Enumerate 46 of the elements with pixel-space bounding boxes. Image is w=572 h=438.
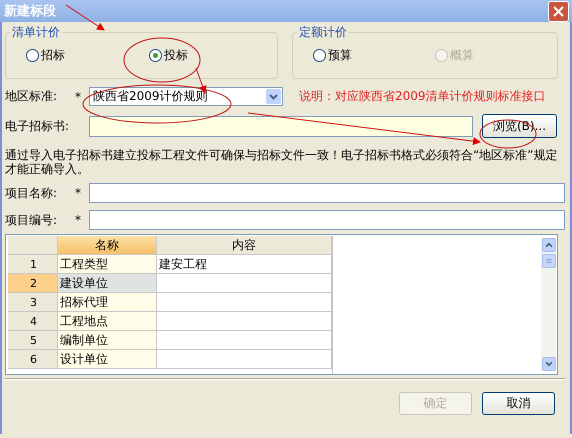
group-title: 定额计价 xyxy=(297,24,349,41)
input-field[interactable] xyxy=(89,116,473,136)
region-dropdown[interactable]: 陕西省2009计价规则 xyxy=(89,87,283,106)
radio-button[interactable] xyxy=(26,49,39,62)
table-cell: 招标代理 xyxy=(58,293,157,312)
table-cell: 设计单位 xyxy=(58,350,157,369)
field-label: 项目名称: xyxy=(5,184,58,202)
group-title: 清单计价 xyxy=(10,24,62,41)
scroll-up-icon[interactable] xyxy=(542,238,556,252)
scroll-thumb-icon[interactable] xyxy=(542,254,556,268)
header-cell xyxy=(8,236,58,255)
hint-text: 通过导入电子招标书建立投标工程文件可确保与招标文件一致！电子招标书格式必须符合“地区标准”规定才能正确导入。 xyxy=(5,148,558,176)
radio-button[interactable] xyxy=(313,49,326,62)
scrollbar[interactable] xyxy=(541,238,556,371)
field-label: 地区标准: xyxy=(5,88,58,105)
row-number[interactable]: 5 xyxy=(8,331,58,350)
window-title: 新建标段 xyxy=(4,2,56,20)
row-number[interactable]: 6 xyxy=(8,350,58,369)
radio-option[interactable]: 预算 xyxy=(313,47,435,64)
close-button[interactable] xyxy=(548,0,569,22)
input-field[interactable] xyxy=(89,183,565,203)
row-number[interactable]: 1 xyxy=(8,255,58,274)
table-cell: 工程地点 xyxy=(58,312,157,331)
required-mark: * xyxy=(75,213,82,227)
field-label: 项目编号: xyxy=(5,212,58,228)
required-mark: * xyxy=(75,186,82,200)
annotation-arrow xyxy=(66,4,105,31)
input-field[interactable] xyxy=(89,210,565,230)
close-icon xyxy=(553,6,564,16)
row-number[interactable]: 3 xyxy=(8,293,58,312)
radio-option[interactable]: 投标 xyxy=(149,47,272,64)
table-cell: 建安工程 xyxy=(157,255,332,274)
radio-button[interactable] xyxy=(149,49,162,62)
column-header[interactable]: 名称 xyxy=(58,236,157,255)
row-number[interactable]: 2 xyxy=(8,274,58,293)
row-number[interactable]: 4 xyxy=(8,312,58,331)
field-label: 电子招标书: xyxy=(5,118,70,134)
required-mark: * xyxy=(75,90,82,104)
table-cell: 编制单位 xyxy=(58,331,157,350)
scroll-down-icon[interactable] xyxy=(542,357,556,371)
dialog-button[interactable]: 取消 xyxy=(482,392,555,415)
radio-option[interactable]: 招标 xyxy=(26,47,149,64)
note-text: 说明：对应陕西省2009清单计价规则标准接口 xyxy=(299,88,546,105)
column-header[interactable]: 内容 xyxy=(157,236,332,255)
table-cell: 工程类型 xyxy=(58,255,157,274)
table-cell: 建设单位 xyxy=(58,274,157,293)
